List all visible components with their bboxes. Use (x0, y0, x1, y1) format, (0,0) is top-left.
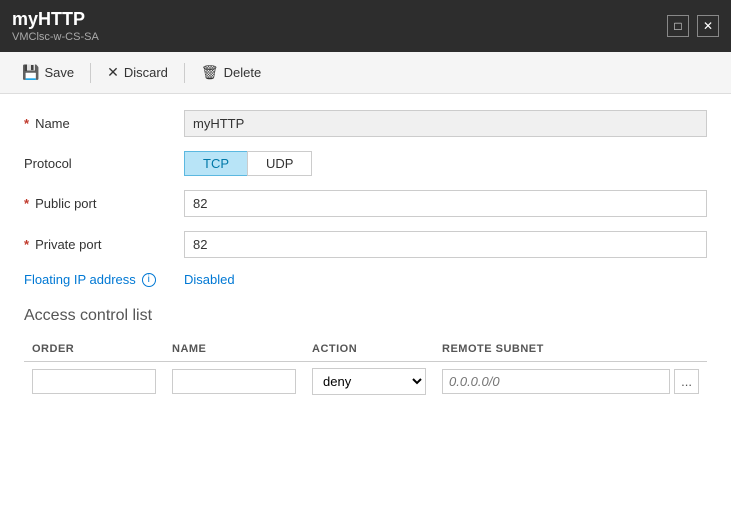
acl-header-row: ORDER NAME ACTION REMOTE SUBNET (24, 339, 707, 362)
public-port-field (184, 190, 707, 217)
title-bar: myHTTP VMClsc-w-CS-SA □ ✕ (0, 0, 731, 52)
private-port-label: Private port (35, 237, 101, 252)
protocol-group: TCP UDP (184, 151, 707, 176)
acl-order-input[interactable] (32, 369, 156, 394)
acl-order-cell (24, 362, 164, 402)
name-label: Name (35, 116, 70, 131)
save-label: Save (44, 65, 74, 80)
delete-button[interactable]: 🗑 Delete (193, 60, 269, 85)
public-port-label-container: * Public port (24, 196, 184, 211)
col-header-action: ACTION (304, 339, 434, 362)
protocol-field: TCP UDP (184, 151, 707, 176)
public-port-required-star: * (24, 196, 29, 211)
col-header-remote-subnet: REMOTE SUBNET (434, 339, 707, 362)
name-field (184, 110, 707, 137)
name-row: * Name (24, 110, 707, 137)
protocol-label: Protocol (24, 156, 72, 171)
app-title-reg: HTTP (38, 9, 85, 29)
floating-ip-field: Disabled (184, 272, 707, 287)
private-port-required-star: * (24, 237, 29, 252)
table-row: deny allow ... (24, 362, 707, 402)
acl-remote-subnet-cell: ... (434, 362, 707, 402)
acl-name-cell (164, 362, 304, 402)
acl-table: ORDER NAME ACTION REMOTE SUBNET deny all… (24, 339, 707, 401)
delete-icon: 🗑 (201, 64, 219, 81)
floating-ip-info-icon[interactable]: i (142, 273, 156, 287)
discard-label: Discard (124, 65, 168, 80)
subnet-field-container: ... (442, 369, 699, 394)
private-port-row: * Private port (24, 231, 707, 258)
protocol-label-container: Protocol (24, 156, 184, 171)
name-required-star: * (24, 116, 29, 131)
subnet-ellipsis-button[interactable]: ... (674, 369, 699, 394)
acl-action-select[interactable]: deny allow (312, 368, 426, 395)
name-input[interactable] (184, 110, 707, 137)
close-button[interactable]: ✕ (697, 15, 719, 37)
acl-name-input[interactable] (172, 369, 296, 394)
save-icon: 💾 (22, 64, 39, 81)
acl-section-header: Access control list (24, 307, 707, 325)
save-button[interactable]: 💾 Save (14, 60, 82, 85)
tcp-button[interactable]: TCP (184, 151, 247, 176)
private-port-input[interactable] (184, 231, 707, 258)
acl-action-cell: deny allow (304, 362, 434, 402)
toolbar-separator-1 (90, 63, 91, 83)
minimize-button[interactable]: □ (667, 15, 689, 37)
app-subtitle: VMClsc-w-CS-SA (12, 31, 99, 43)
toolbar-separator-2 (184, 63, 185, 83)
discard-icon: ✕ (107, 64, 119, 81)
discard-button[interactable]: ✕ Discard (99, 60, 176, 85)
floating-ip-label-container: Floating IP address i (24, 272, 184, 287)
acl-subnet-input[interactable] (442, 369, 670, 394)
udp-button[interactable]: UDP (247, 151, 312, 176)
floating-ip-row: Floating IP address i Disabled (24, 272, 707, 287)
public-port-label: Public port (35, 196, 96, 211)
main-content: * Name Protocol TCP UDP * Public port (0, 94, 731, 514)
floating-ip-label: Floating IP address (24, 272, 136, 287)
app-title-bold: my (12, 9, 38, 29)
col-header-order: ORDER (24, 339, 164, 362)
public-port-input[interactable] (184, 190, 707, 217)
title-info: myHTTP VMClsc-w-CS-SA (12, 9, 99, 43)
delete-label: Delete (224, 65, 262, 80)
protocol-row: Protocol TCP UDP (24, 151, 707, 176)
public-port-row: * Public port (24, 190, 707, 217)
private-port-label-container: * Private port (24, 237, 184, 252)
toolbar: 💾 Save ✕ Discard 🗑 Delete (0, 52, 731, 94)
floating-ip-value: Disabled (184, 272, 235, 287)
private-port-field (184, 231, 707, 258)
app-title: myHTTP (12, 9, 99, 30)
col-header-name: NAME (164, 339, 304, 362)
name-label-container: * Name (24, 116, 184, 131)
window-controls: □ ✕ (667, 15, 719, 37)
